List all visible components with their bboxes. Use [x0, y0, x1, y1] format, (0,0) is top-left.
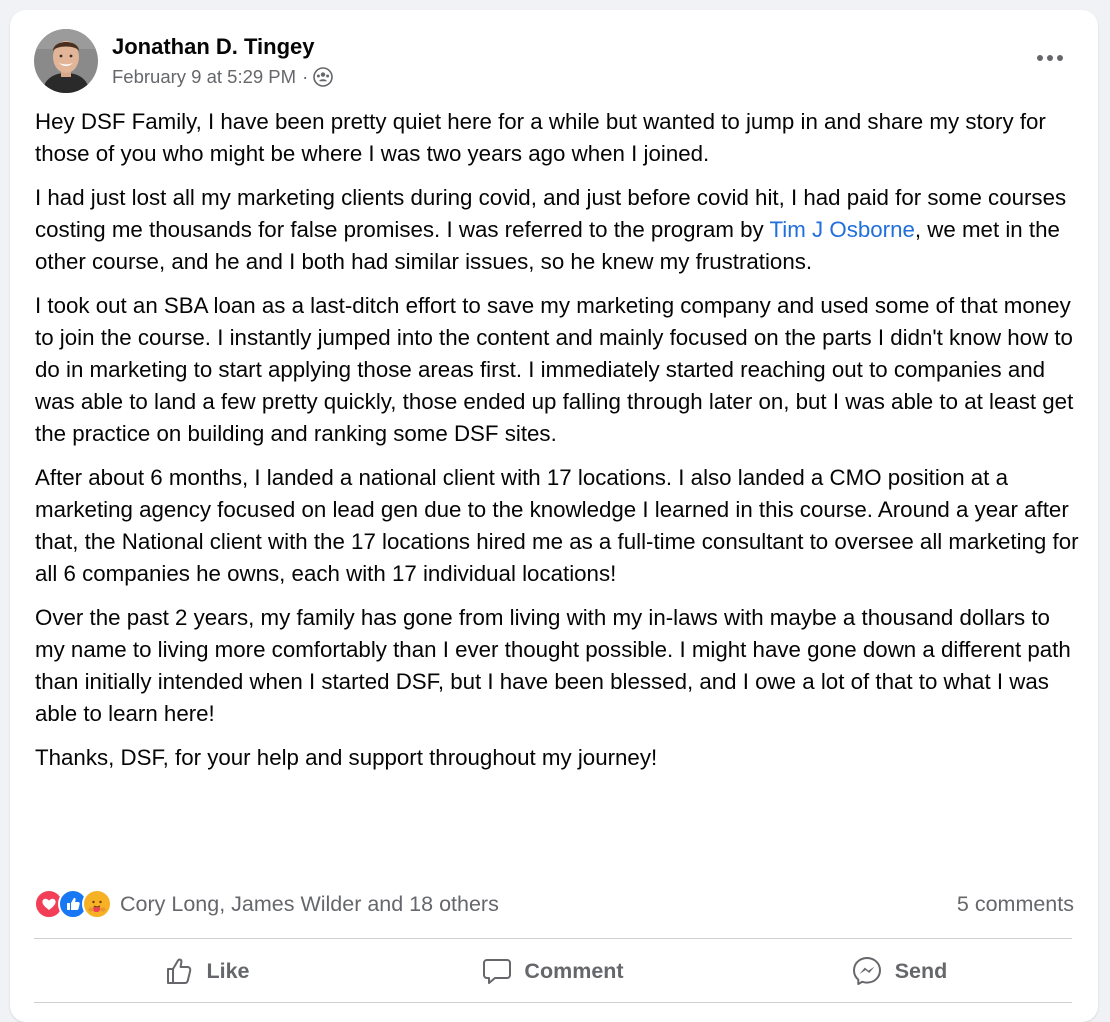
like-button[interactable]: Like	[34, 940, 380, 1002]
comments-count[interactable]: 5 comments	[957, 892, 1074, 917]
more-options-icon	[1037, 55, 1063, 61]
comment-button[interactable]: Comment	[380, 940, 726, 1002]
post-paragraph: Thanks, DSF, for your help and support t…	[35, 745, 658, 770]
send-label: Send	[894, 958, 948, 983]
author-name[interactable]: Jonathan D. Tingey	[112, 32, 333, 62]
post-paragraph: Hey DSF Family, I have been pretty quiet…	[35, 109, 1046, 166]
reactions-names[interactable]: Cory Long, James Wilder and 18 others	[120, 892, 499, 917]
post-paragraph: Over the past 2 years, my family has gon…	[35, 605, 1071, 726]
divider	[34, 938, 1072, 939]
post-timestamp[interactable]: February 9 at 5:29 PM	[112, 64, 296, 90]
reactions-summary[interactable]: Cory Long, James Wilder and 18 others	[34, 889, 499, 919]
meta-separator: ·	[302, 66, 309, 87]
post-paragraph: I took out an SBA loan as a last-ditch e…	[35, 293, 1074, 446]
group-audience-icon[interactable]	[313, 67, 334, 87]
comment-label: Comment	[524, 958, 624, 983]
like-label: Like	[206, 958, 250, 983]
more-options-button[interactable]	[1028, 40, 1072, 76]
divider	[34, 1002, 1072, 1003]
post-card: Jonathan D. Tingey February 9 at 5:29 PM…	[10, 10, 1098, 1022]
reaction-icons	[34, 889, 112, 919]
care-reaction-icon	[82, 889, 112, 919]
reactions-bar: Cory Long, James Wilder and 18 others 5 …	[34, 887, 1074, 921]
like-icon	[167, 958, 192, 984]
post-header: Jonathan D. Tingey February 9 at 5:29 PM…	[34, 29, 334, 93]
author-block: Jonathan D. Tingey February 9 at 5:29 PM…	[112, 32, 334, 90]
comment-icon	[483, 959, 512, 984]
post-paragraph: After about 6 months, I landed a nationa…	[35, 465, 1079, 586]
author-avatar[interactable]	[34, 29, 98, 93]
post-meta: February 9 at 5:29 PM ·	[112, 64, 334, 90]
messenger-icon	[852, 957, 881, 985]
send-button[interactable]: Send	[726, 940, 1072, 1002]
post-actions: Like Comment Send	[34, 940, 1072, 1002]
post-paragraph: I had just lost all my marketing clients…	[35, 182, 1080, 278]
post-body: Hey DSF Family, I have been pretty quiet…	[35, 106, 1080, 786]
mention-link[interactable]: Tim J Osborne	[770, 217, 915, 242]
